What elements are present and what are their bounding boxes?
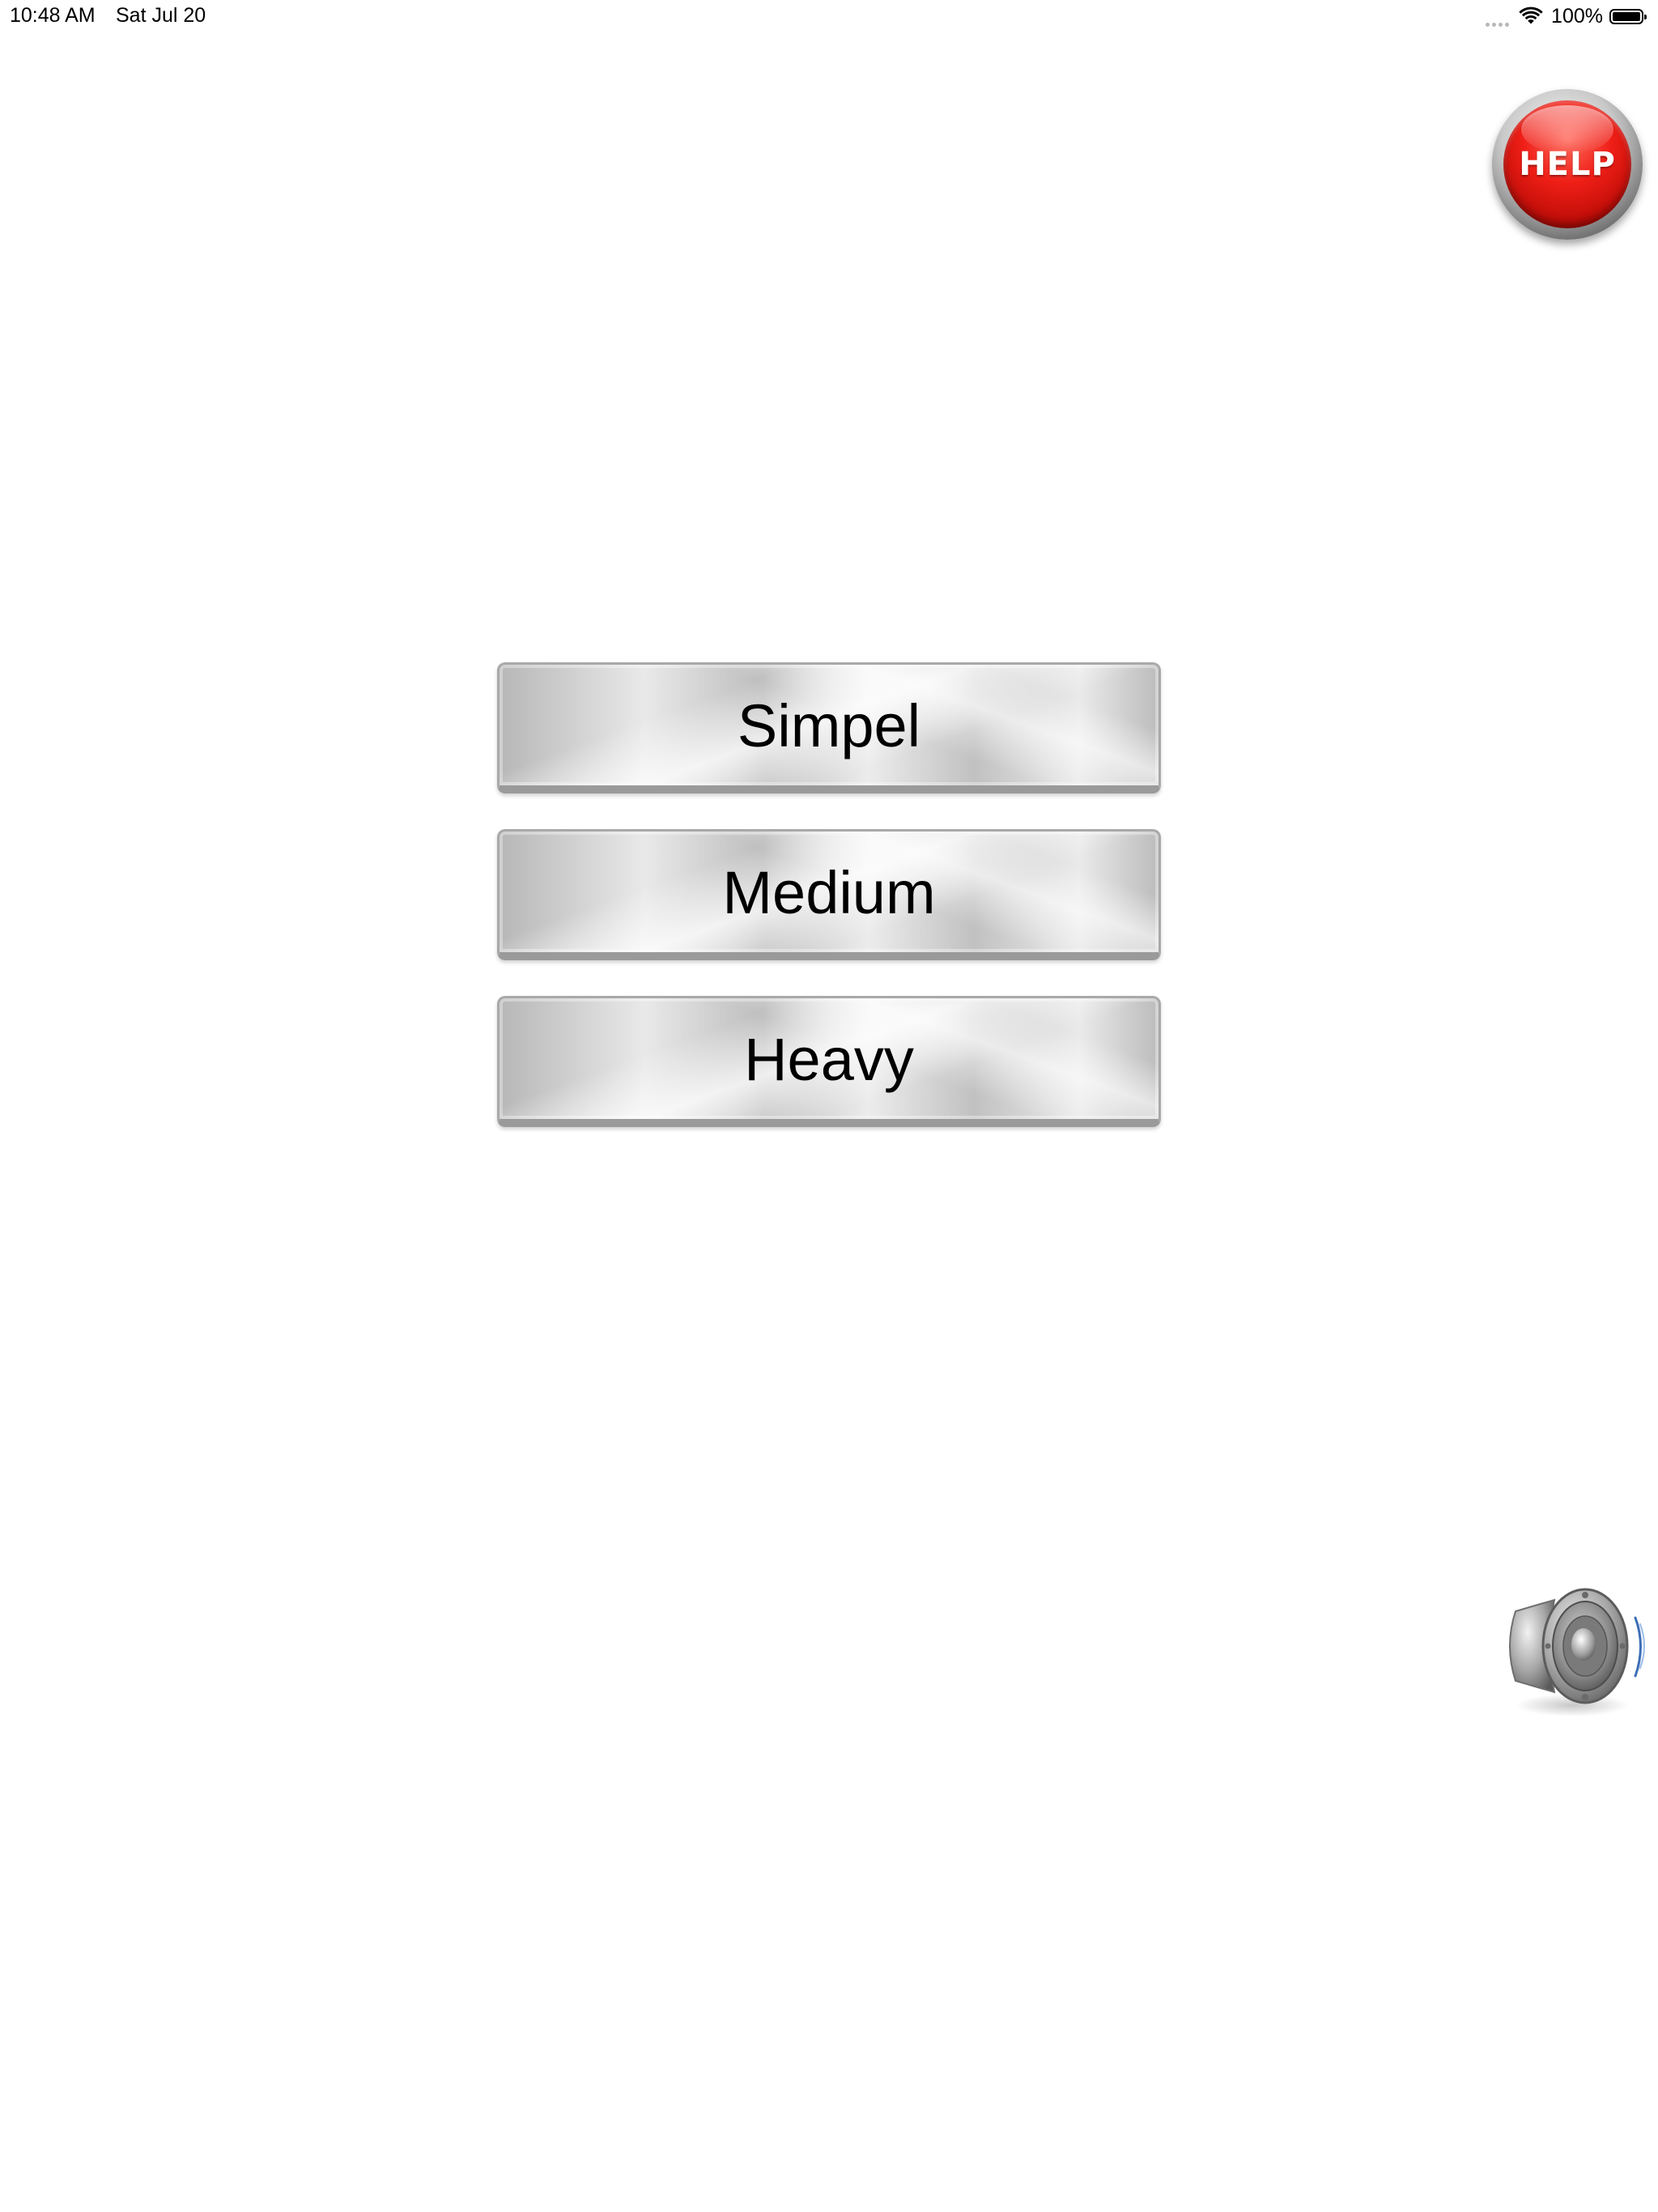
speaker-icon (1509, 1588, 1645, 1716)
status-time: 10:48 AM (10, 4, 96, 27)
medium-label: Medium (722, 859, 936, 926)
help-button[interactable]: HELP (1492, 89, 1643, 240)
simpel-button[interactable]: Simpel (497, 662, 1161, 793)
help-label: HELP (1519, 146, 1616, 183)
battery-percentage: 100% (1551, 4, 1603, 28)
sound-toggle-button[interactable] (1498, 1569, 1648, 1720)
simpel-label: Simpel (737, 692, 921, 759)
signal-dots-icon (1486, 11, 1510, 27)
heavy-button[interactable]: Heavy (497, 996, 1161, 1127)
status-date: Sat Jul 20 (116, 4, 206, 27)
battery-icon (1609, 8, 1647, 24)
status-bar: 10:48 AM Sat Jul 20 100% (0, 0, 1658, 32)
battery-fill (1613, 11, 1640, 21)
heavy-label: Heavy (744, 1026, 914, 1093)
medium-button[interactable]: Medium (497, 829, 1161, 960)
help-icon: HELP (1503, 100, 1631, 228)
difficulty-select-screen: 10:48 AM Sat Jul 20 100% HELP Simpel Med… (0, 0, 1658, 2212)
wifi-icon (1519, 6, 1543, 24)
status-indicators: 100% (1486, 3, 1647, 29)
